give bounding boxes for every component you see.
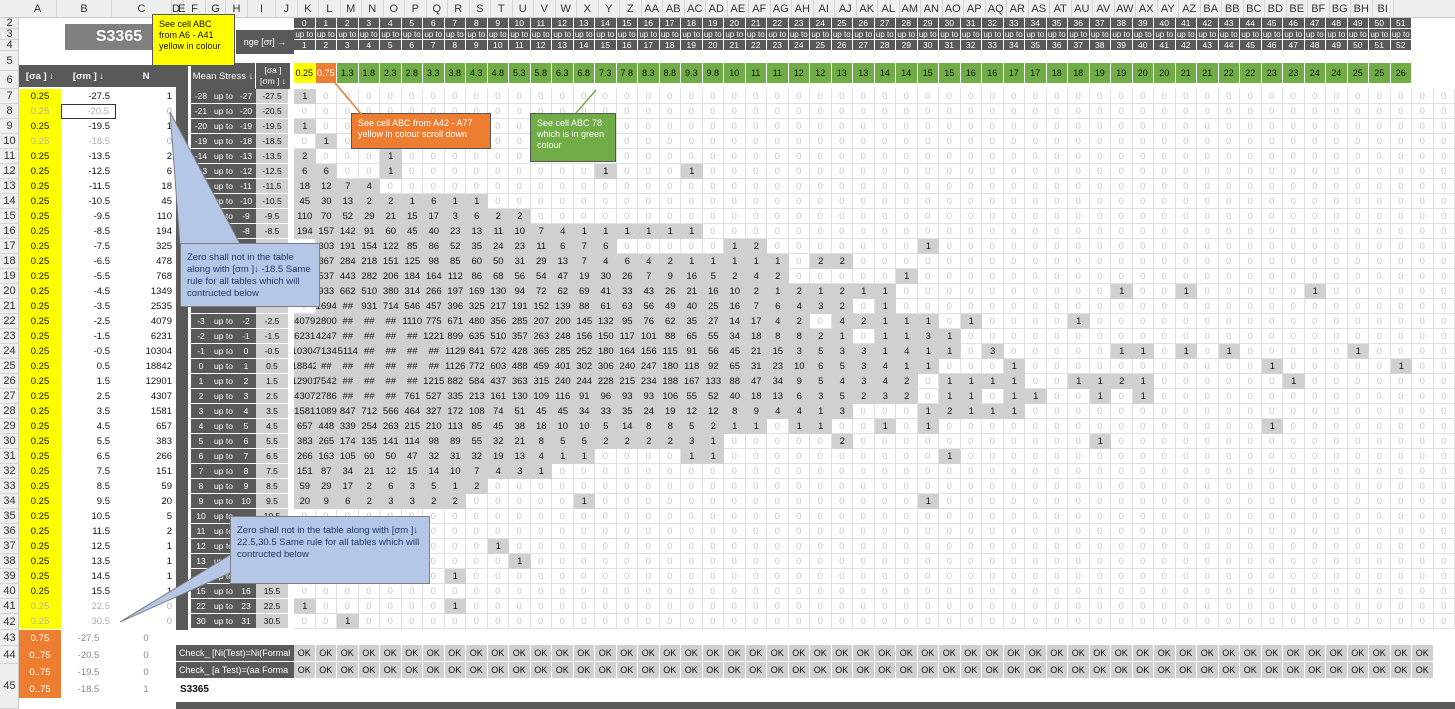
callout-pointers	[119, 70, 597, 623]
callout-note-1: Zero shall not in the table along with […	[180, 243, 320, 307]
spreadsheet-window: { "columns": ["A","B","C","D","E","F","G…	[0, 0, 1455, 709]
callout-note-2: Zero shall not in the table along with […	[230, 516, 430, 584]
